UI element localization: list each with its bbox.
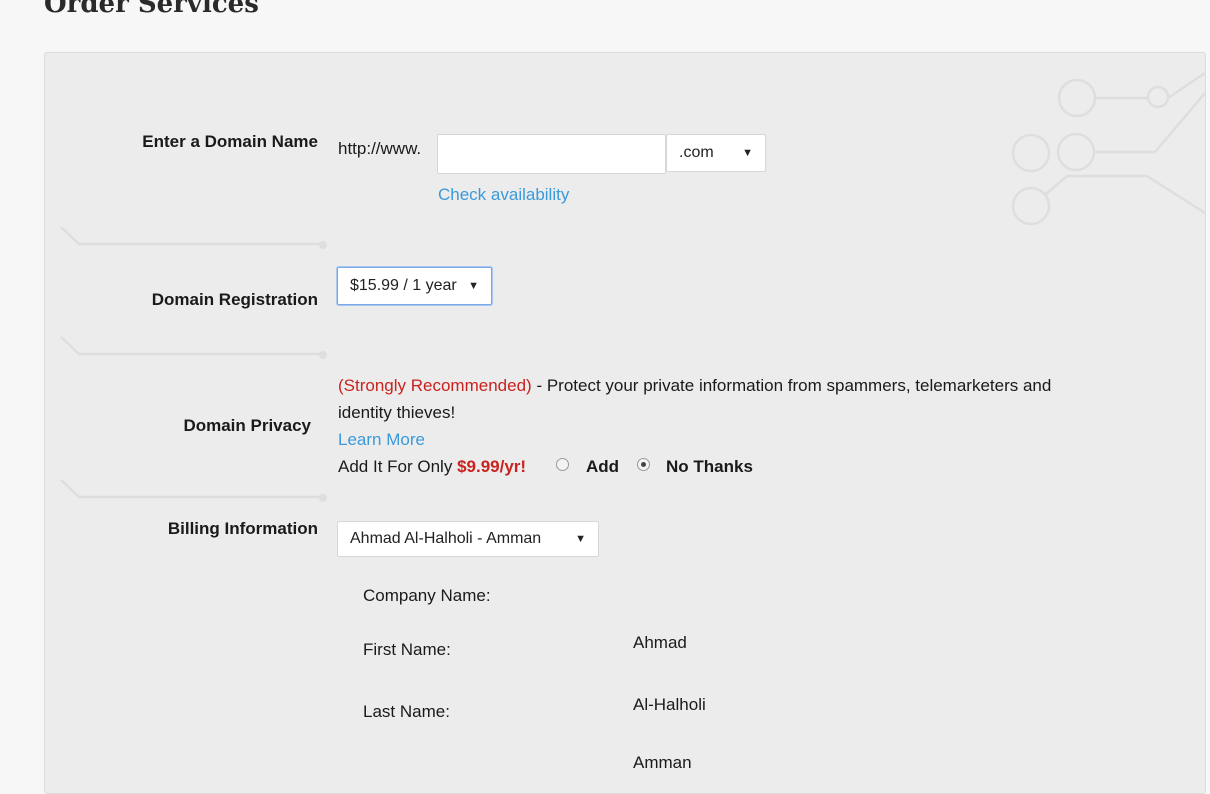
strongly-recommended-text: (Strongly Recommended) [338,376,532,395]
privacy-description-text: - Protect your private information from … [536,376,1052,395]
tld-select[interactable]: .com ▼ [666,134,766,172]
privacy-add-radio[interactable] [556,458,569,471]
billing-contact-value: Ahmad Al-Halholi - Amman [350,530,542,547]
privacy-add-label[interactable]: Add [586,457,619,477]
domain-registration-label: Domain Registration [151,290,318,309]
domain-name-label: Enter a Domain Name [142,132,318,151]
chevron-down-icon: ▼ [742,147,753,159]
check-availability-link[interactable]: Check availability [438,185,569,205]
billing-information-label: Billing Information [167,519,318,538]
chevron-down-icon: ▼ [468,280,479,292]
privacy-no-thanks-label[interactable]: No Thanks [666,457,753,477]
tld-select-value: .com [679,144,714,161]
privacy-description-line2: identity thieves! [338,403,456,422]
last-name-value: Al-Halholi [633,695,706,714]
domain-name-input[interactable] [437,134,666,174]
first-name-label: First Name: [363,640,451,659]
privacy-description-line1: (Strongly Recommended) - Protect your pr… [338,376,1051,396]
domain-privacy-label: Domain Privacy [183,416,311,435]
privacy-price-line: Add It For Only $9.99/yr! [338,457,526,477]
city-value: Amman [633,753,692,772]
registration-period-select[interactable]: $15.99 / 1 year ▼ [337,267,492,305]
company-name-label: Company Name: [363,586,491,605]
privacy-price: $9.99/yr! [457,457,527,476]
privacy-no-thanks-radio[interactable] [637,458,650,471]
url-prefix: http://www. [338,139,422,158]
billing-contact-select[interactable]: Ahmad Al-Halholi - Amman ▼ [337,521,599,557]
order-form-panel: Enter a Domain Name http://www. .com ▼ C… [44,52,1206,794]
page-title: Order Services [44,0,259,19]
registration-period-value: $15.99 / 1 year [350,277,457,294]
learn-more-link[interactable]: Learn More [338,430,425,450]
last-name-label: Last Name: [363,702,450,721]
first-name-value: Ahmad [633,633,687,652]
add-it-prefix: Add It For Only [338,457,453,476]
chevron-down-icon: ▼ [575,533,586,545]
